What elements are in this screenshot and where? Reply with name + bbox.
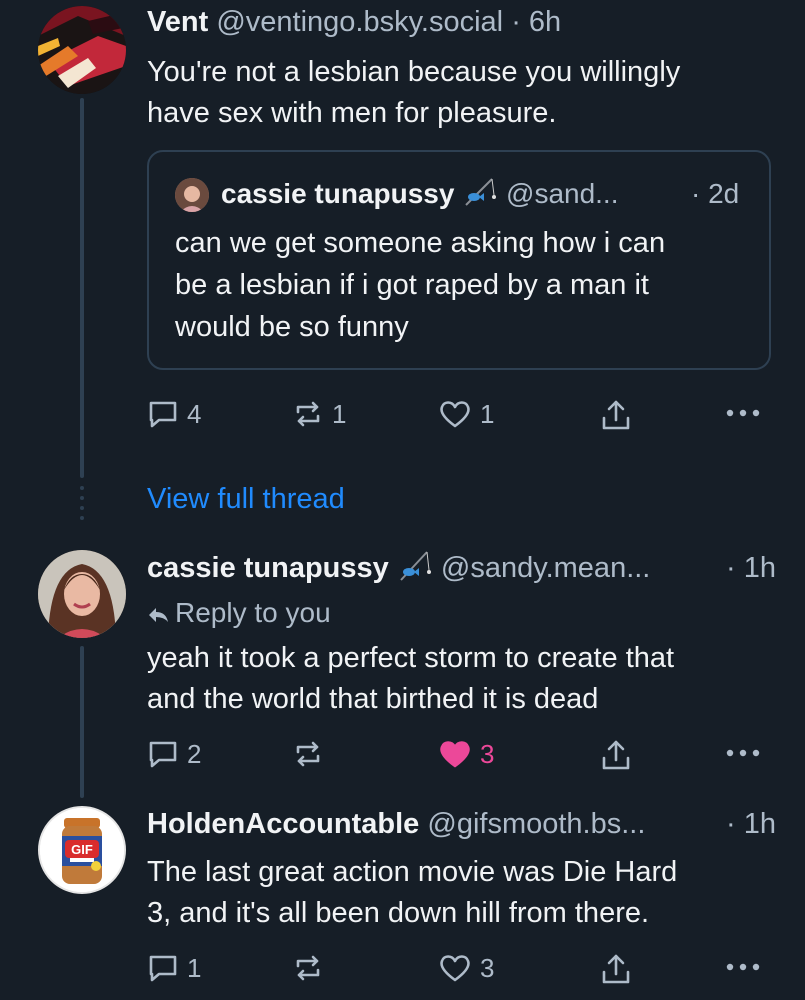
post-time[interactable]: · 1h bbox=[726, 806, 776, 842]
post-time[interactable]: · 6h bbox=[511, 6, 561, 38]
share-icon bbox=[600, 952, 632, 986]
post-text: The last great action movie was Die Hard… bbox=[147, 856, 678, 929]
more-icon bbox=[725, 962, 761, 972]
heart-icon bbox=[438, 952, 472, 984]
quote-text: can we get someone asking how i can be a… bbox=[175, 227, 666, 343]
thread-dots bbox=[80, 486, 84, 526]
reply-to-text: Reply to you bbox=[175, 597, 331, 628]
share-button[interactable] bbox=[600, 398, 632, 432]
author-name[interactable]: HoldenAccountable bbox=[147, 808, 419, 840]
reply-to-indicator[interactable]: Reply to you bbox=[147, 596, 331, 632]
reply-arrow-icon bbox=[147, 598, 169, 632]
reply-button[interactable]: 1 bbox=[147, 952, 201, 984]
reply-count: 2 bbox=[187, 739, 202, 769]
reply-icon bbox=[147, 738, 179, 770]
reply-button[interactable]: 2 bbox=[147, 738, 201, 770]
repost-icon bbox=[292, 952, 324, 984]
share-button[interactable] bbox=[600, 952, 632, 986]
fishing-pole-icon bbox=[462, 177, 498, 206]
share-button[interactable] bbox=[600, 738, 632, 772]
like-button[interactable]: 1 bbox=[438, 398, 494, 430]
post-header: cassie tunapussy @sandy.mean... bbox=[147, 550, 650, 586]
reply-icon bbox=[147, 398, 179, 430]
reply-count: 1 bbox=[187, 953, 202, 983]
post-time[interactable]: · 1h bbox=[726, 550, 776, 586]
quote-author-name[interactable]: cassie tunapussy bbox=[221, 178, 454, 209]
like-count: 3 bbox=[480, 739, 495, 769]
fishing-pole-icon bbox=[397, 550, 433, 581]
more-options-button[interactable] bbox=[725, 408, 761, 418]
quote-author-handle[interactable]: @sand... bbox=[506, 178, 618, 209]
repost-icon bbox=[292, 738, 324, 770]
more-options-button[interactable] bbox=[725, 962, 761, 972]
post-header: Vent @ventingo.bsky.social · 6h bbox=[147, 4, 561, 40]
heart-icon bbox=[438, 398, 472, 430]
author-name[interactable]: cassie tunapussy bbox=[147, 552, 389, 584]
reply-button[interactable]: 4 bbox=[147, 398, 201, 430]
share-icon bbox=[600, 398, 632, 432]
like-button[interactable]: 3 bbox=[438, 952, 494, 984]
reply-count: 4 bbox=[187, 399, 202, 429]
post-header: HoldenAccountable @gifsmooth.bs... bbox=[147, 806, 645, 842]
heart-filled-icon bbox=[438, 738, 472, 770]
thread-line bbox=[80, 646, 84, 798]
like-count: 1 bbox=[480, 399, 495, 429]
more-icon bbox=[725, 408, 761, 418]
repost-button[interactable]: 1 bbox=[292, 398, 346, 430]
avatar-vent[interactable] bbox=[38, 6, 126, 94]
like-count: 3 bbox=[480, 953, 495, 983]
more-options-button[interactable] bbox=[725, 748, 761, 758]
more-icon bbox=[725, 748, 761, 758]
author-handle[interactable]: @gifsmooth.bs... bbox=[427, 808, 645, 840]
share-icon bbox=[600, 738, 632, 772]
post-text: You're not a lesbian because you willing… bbox=[147, 56, 681, 129]
repost-button[interactable] bbox=[292, 952, 324, 984]
repost-button[interactable] bbox=[292, 738, 324, 770]
repost-count: 1 bbox=[332, 399, 347, 429]
quote-time[interactable]: · 2d bbox=[691, 176, 739, 212]
gif-logo-text: GIF bbox=[71, 842, 93, 857]
reply-icon bbox=[147, 952, 179, 984]
avatar-holden[interactable]: GIF bbox=[38, 806, 126, 894]
like-button[interactable]: 3 bbox=[438, 738, 494, 770]
author-name[interactable]: Vent bbox=[147, 6, 208, 38]
post-text: yeah it took a perfect storm to create t… bbox=[147, 642, 675, 715]
avatar-cassie[interactable] bbox=[38, 550, 126, 638]
author-handle[interactable]: @sandy.mean... bbox=[441, 552, 650, 584]
quote-avatar bbox=[175, 178, 209, 212]
quote-card[interactable]: cassie tunapussy @sand... · 2d can we ge… bbox=[147, 150, 771, 370]
quote-header: cassie tunapussy @sand... bbox=[221, 176, 619, 212]
repost-icon bbox=[292, 398, 324, 430]
thread-line bbox=[80, 98, 84, 478]
view-full-thread-link[interactable]: View full thread bbox=[147, 480, 345, 518]
author-handle[interactable]: @ventingo.bsky.social bbox=[216, 6, 503, 38]
